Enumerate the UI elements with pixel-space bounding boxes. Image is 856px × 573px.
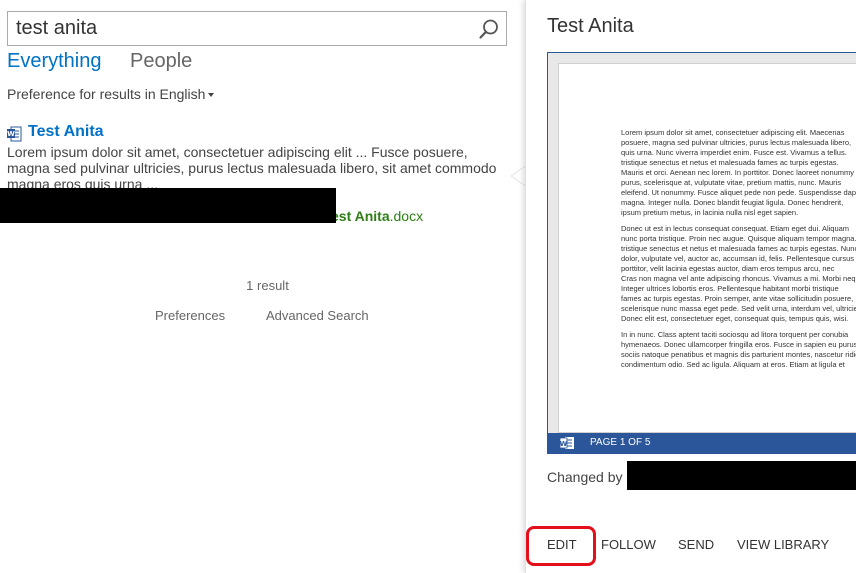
document-paragraph: Donec ut est in lectus consequat consequ… — [621, 224, 856, 324]
chevron-down-icon — [208, 93, 215, 98]
redaction-box — [0, 188, 336, 223]
document-body-text: Lorem ipsum dolor sit amet, consectetuer… — [621, 128, 856, 376]
document-line: Donec elit est, consectetuer eget, conse… — [621, 314, 849, 323]
advanced-search-link[interactable]: Advanced Search — [266, 308, 369, 323]
follow-button[interactable]: FOLLOW — [601, 537, 656, 552]
document-line: In in nunc. Class aptent taciti sociosqu… — [621, 330, 849, 339]
document-line: nunc porta tristique. Proin nec augue. Q… — [621, 234, 856, 243]
edit-button[interactable]: EDIT — [547, 537, 577, 552]
result-title-link[interactable]: Test Anita — [28, 123, 104, 141]
language-value: English — [159, 86, 206, 102]
document-line: quis urna. Nunc viverra imperdiet enim. … — [621, 148, 847, 157]
redaction-box — [627, 461, 856, 490]
tab-people[interactable]: People — [130, 50, 192, 73]
result-url-extension: .docx — [389, 208, 424, 224]
tab-everything[interactable]: Everything — [7, 50, 102, 73]
document-line: sociis natoque penatibus et magnis dis p… — [621, 350, 856, 359]
document-line: hymenaeos. Donec ullamcorper fringilla e… — [621, 340, 856, 349]
send-button[interactable]: SEND — [678, 537, 714, 552]
document-line: Lorem ipsum dolor sit amet, consectetuer… — [621, 128, 845, 137]
result-snippet: Lorem ipsum dolor sit amet, consectetuer… — [7, 144, 497, 192]
document-line: posuere, magna sed pulvinar ultricies, p… — [621, 138, 852, 147]
search-box — [7, 11, 507, 46]
preview-title: Test Anita — [547, 15, 634, 37]
document-line: purus, scelerisque at, vulputate vitae, … — [621, 178, 842, 187]
word-logo-icon: W — [560, 437, 574, 449]
view-library-button[interactable]: VIEW LIBRARY — [737, 537, 829, 552]
document-line: Cras non magna vel ante adipiscing rhonc… — [621, 274, 856, 283]
document-line: condimentum odio. Sed ac ligula. Aliquam… — [621, 360, 845, 369]
document-line: Integer ultrices lobortis eros. Pellente… — [621, 284, 839, 293]
changed-by-label: Changed by — [547, 469, 623, 485]
document-line: scelerisque nunc massa eget pede. Sed ve… — [621, 304, 856, 313]
document-line: eleifend. Ut nonummy. Fusce aliquet pede… — [621, 188, 856, 197]
result-url[interactable]: est Anita.docx — [331, 208, 423, 224]
document-line: fames ac turpis egestas. Proin semper, a… — [621, 294, 854, 303]
preview-status-bar: W PAGE 1 OF 5 — [548, 433, 856, 453]
document-line: Mauris et orci. Aenean nec lorem. In por… — [621, 168, 855, 177]
document-page: Lorem ipsum dolor sit amet, consectetuer… — [558, 63, 856, 433]
document-preview[interactable]: Lorem ipsum dolor sit amet, consectetuer… — [547, 52, 856, 454]
document-paragraph: Lorem ipsum dolor sit amet, consectetuer… — [621, 128, 856, 218]
results-count: 1 result — [246, 278, 289, 293]
preferences-link[interactable]: Preferences — [155, 308, 225, 323]
document-line: porttitor, velit lacinia egestas auctor,… — [621, 264, 835, 273]
document-line: tristique senectus et netus et malesuada… — [621, 244, 856, 253]
document-line: magna. Integer nulla. Donec blandit feug… — [621, 198, 844, 207]
language-dropdown[interactable]: English — [160, 86, 215, 102]
search-input[interactable] — [8, 12, 468, 45]
document-line: dolor, vulputate vel, auctor ac, accumsa… — [621, 254, 855, 263]
page-indicator: PAGE 1 OF 5 — [590, 437, 651, 448]
document-preview-panel: Test Anita Lorem ipsum dolor sit amet, c… — [525, 0, 856, 573]
search-icon[interactable] — [478, 18, 500, 40]
result-url-highlight: est Anita — [331, 208, 390, 224]
svg-text:W: W — [560, 440, 568, 448]
svg-text:W: W — [7, 130, 15, 138]
document-paragraph: In in nunc. Class aptent taciti sociosqu… — [621, 330, 856, 370]
result-language-preference: Preference for results in English — [7, 86, 215, 102]
word-document-icon: W — [7, 126, 22, 142]
document-line: ipsum pretium metus, in lacinia nulla ni… — [621, 208, 799, 217]
document-line: tristique senectus et netus et malesuada… — [621, 158, 839, 167]
document-line: Donec ut est in lectus consequat consequ… — [621, 224, 850, 233]
preference-label: Preference for results in — [7, 86, 156, 102]
